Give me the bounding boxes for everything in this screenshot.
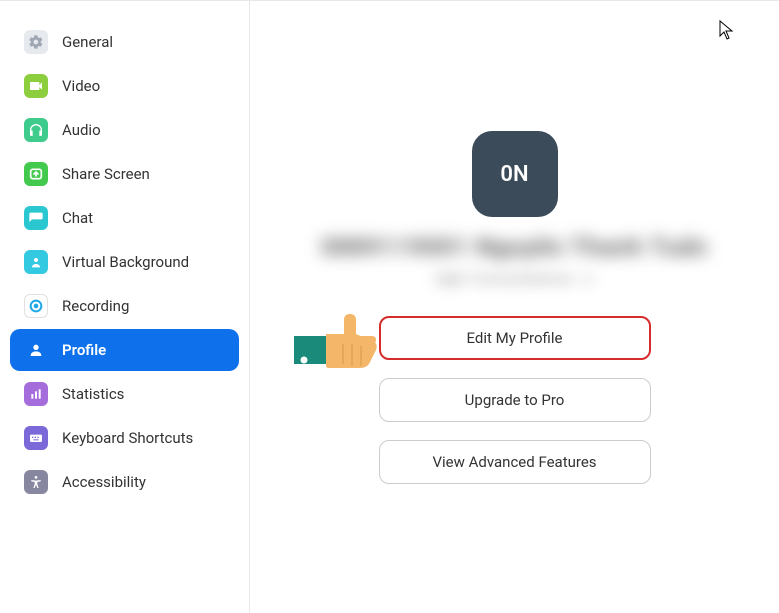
gear-icon [24, 30, 48, 54]
view-advanced-features-button[interactable]: View Advanced Features [379, 440, 651, 484]
sidebar-item-profile[interactable]: Profile [10, 329, 239, 371]
profile-icon [24, 338, 48, 362]
upgrade-to-pro-button[interactable]: Upgrade to Pro [379, 378, 651, 422]
profile-buttons: Edit My Profile Upgrade to Pro View Adva… [379, 316, 651, 484]
sidebar-item-video[interactable]: Video [10, 65, 239, 107]
profile-display-name: 0889119001 Nguyễn Thanh Tuấn [321, 233, 708, 261]
sidebar-item-label: Video [62, 77, 100, 95]
sidebar-item-keyboard-shortcuts[interactable]: Keyboard Shortcuts [10, 417, 239, 459]
settings-sidebar: General Video Audio Share Screen Chat Vi… [0, 0, 250, 613]
sidebar-item-label: Statistics [62, 385, 124, 403]
accessibility-icon [24, 470, 48, 494]
video-icon [24, 74, 48, 98]
button-label: Upgrade to Pro [465, 391, 565, 409]
sidebar-item-label: Audio [62, 121, 101, 139]
sidebar-item-label: General [62, 33, 113, 51]
sidebar-item-label: Virtual Background [62, 253, 189, 271]
profile-subtitle: 0@t Consultation .c [435, 269, 594, 288]
chat-icon [24, 206, 48, 230]
profile-panel: 0N 0889119001 Nguyễn Thanh Tuấn 0@t Cons… [250, 0, 779, 613]
button-label: Edit My Profile [467, 329, 563, 347]
sidebar-item-label: Profile [62, 341, 106, 359]
sidebar-item-label: Share Screen [62, 165, 150, 183]
avatar: 0N [472, 131, 558, 217]
avatar-initials: 0N [500, 162, 528, 187]
sidebar-item-recording[interactable]: Recording [10, 285, 239, 327]
sidebar-item-label: Chat [62, 209, 93, 227]
pointing-hand-icon [294, 304, 379, 378]
sidebar-item-share-screen[interactable]: Share Screen [10, 153, 239, 195]
sidebar-item-chat[interactable]: Chat [10, 197, 239, 239]
recording-icon [24, 294, 48, 318]
share-screen-icon [24, 162, 48, 186]
sidebar-item-general[interactable]: General [10, 21, 239, 63]
sidebar-item-statistics[interactable]: Statistics [10, 373, 239, 415]
sidebar-item-label: Recording [62, 297, 129, 315]
sidebar-item-accessibility[interactable]: Accessibility [10, 461, 239, 503]
headphones-icon [24, 118, 48, 142]
virtual-background-icon [24, 250, 48, 274]
sidebar-item-virtual-background[interactable]: Virtual Background [10, 241, 239, 283]
keyboard-icon [24, 426, 48, 450]
sidebar-item-label: Keyboard Shortcuts [62, 429, 193, 447]
cursor-icon [719, 20, 735, 44]
button-label: View Advanced Features [432, 453, 596, 471]
sidebar-item-label: Accessibility [62, 473, 146, 491]
sidebar-item-audio[interactable]: Audio [10, 109, 239, 151]
edit-profile-button[interactable]: Edit My Profile [379, 316, 651, 360]
statistics-icon [24, 382, 48, 406]
